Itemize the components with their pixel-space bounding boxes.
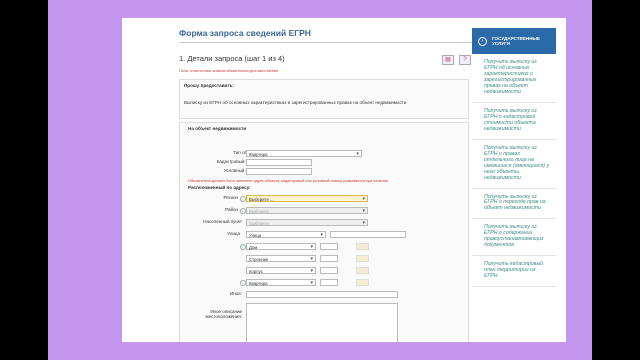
building-input[interactable] bbox=[320, 255, 338, 262]
sidebar-item-cadastral-value[interactable]: Получить выписку из ЕГРН о кадастровой с… bbox=[472, 103, 556, 140]
district-select[interactable]: Выберите bbox=[246, 207, 368, 215]
description-label: Иное описание местоположения: bbox=[205, 309, 242, 320]
house-extra[interactable] bbox=[356, 243, 369, 250]
step-indicator: 1. Детали запроса (шаг 1 из 4) bbox=[179, 54, 285, 63]
corpus-input[interactable] bbox=[320, 267, 338, 274]
district-value: Выберите bbox=[249, 209, 269, 214]
form-title: Форма запроса сведений ЕГРН bbox=[179, 28, 311, 38]
locality-label: Населенный пункт bbox=[203, 219, 242, 224]
sidebar-header[interactable]: › ГОСУДАРСТВЕННЫЕ УСЛУГИ bbox=[472, 28, 556, 54]
address-warning: Обязательно должен быть заполнен адрес о… bbox=[188, 179, 389, 183]
corpus-value: Корпус bbox=[249, 269, 263, 274]
building-extra[interactable] bbox=[356, 255, 369, 262]
flat-extra[interactable] bbox=[356, 279, 369, 286]
sidebar-item-rights[interactable]: Получить выписку из ЕГРН об основных хар… bbox=[472, 54, 556, 103]
street-input[interactable] bbox=[330, 231, 406, 238]
sidebar-header-label: ГОСУДАРСТВЕННЫЕ УСЛУГИ bbox=[492, 36, 541, 46]
object-type-select[interactable]: Квартира bbox=[246, 150, 362, 158]
object-section: На объект недвижимости Тип объекта: Квар… bbox=[179, 122, 469, 342]
corpus-select[interactable]: Корпус bbox=[246, 267, 316, 275]
services-sidebar: › ГОСУДАРСТВЕННЫЕ УСЛУГИ Получить выписк… bbox=[472, 28, 556, 288]
print-icon[interactable]: ▤ bbox=[442, 55, 454, 65]
building-value: Строение bbox=[249, 257, 269, 262]
locality-value: Выберите bbox=[249, 221, 269, 226]
description-textarea[interactable] bbox=[246, 303, 398, 342]
required-hint: Поля, отмеченные знаком обязательны для … bbox=[179, 69, 279, 73]
address-label: Расположенный по адресу: bbox=[188, 185, 251, 190]
form-area: Форма запроса сведений ЕГРН bbox=[179, 28, 479, 38]
house-value: Дом bbox=[249, 245, 258, 250]
street-value: Улица bbox=[249, 233, 262, 238]
region-value: Выберите ... bbox=[249, 197, 274, 202]
house-select[interactable]: Дом bbox=[246, 243, 316, 251]
sidebar-item-documents[interactable]: Получить выписку из ЕГРН о содержании пр… bbox=[472, 219, 556, 257]
region-label: Регион bbox=[223, 195, 238, 200]
object-type-value: Квартира bbox=[249, 152, 268, 157]
other-input[interactable] bbox=[246, 291, 398, 298]
street-select[interactable]: Улица bbox=[246, 231, 326, 239]
sidebar-item-person-rights[interactable]: Получить выписку из ЕГРН о правах отдель… bbox=[472, 140, 556, 189]
request-box: Прошу предоставить: Выписку из ЕГРН об о… bbox=[179, 79, 469, 119]
frame-background: Форма запроса сведений ЕГРН 1. Детали за… bbox=[48, 0, 592, 360]
sidebar-item-transfer[interactable]: Получить выписку из ЕГРН о переходе прав… bbox=[472, 189, 556, 220]
request-text: Выписку из ЕГРН об основных характеристи… bbox=[184, 100, 407, 105]
street-label: Улица bbox=[227, 231, 240, 236]
sidebar-item-territory-plan[interactable]: Получить кадастровый план территории из … bbox=[472, 256, 556, 288]
section-label: На объект недвижимости bbox=[188, 126, 247, 131]
egrn-page: Форма запроса сведений ЕГРН 1. Детали за… bbox=[122, 18, 566, 342]
corpus-extra[interactable] bbox=[356, 267, 369, 274]
house-input[interactable] bbox=[320, 243, 338, 250]
conditional-input[interactable] bbox=[246, 168, 312, 175]
help-icon[interactable]: ? bbox=[459, 55, 471, 65]
district-label: Район bbox=[225, 207, 238, 212]
circle-arrow-icon: › bbox=[478, 36, 487, 46]
region-select[interactable]: Выберите ... bbox=[246, 195, 368, 203]
cadastral-input[interactable] bbox=[246, 159, 312, 166]
flat-input[interactable] bbox=[320, 279, 338, 286]
locality-select[interactable]: Выберите bbox=[246, 219, 368, 227]
flat-select[interactable]: Квартира bbox=[246, 279, 316, 287]
building-select[interactable]: Строение bbox=[246, 255, 316, 263]
other-label: Иное: bbox=[230, 291, 242, 296]
request-label: Прошу предоставить: bbox=[184, 83, 234, 88]
flat-value: Квартира bbox=[249, 281, 268, 286]
